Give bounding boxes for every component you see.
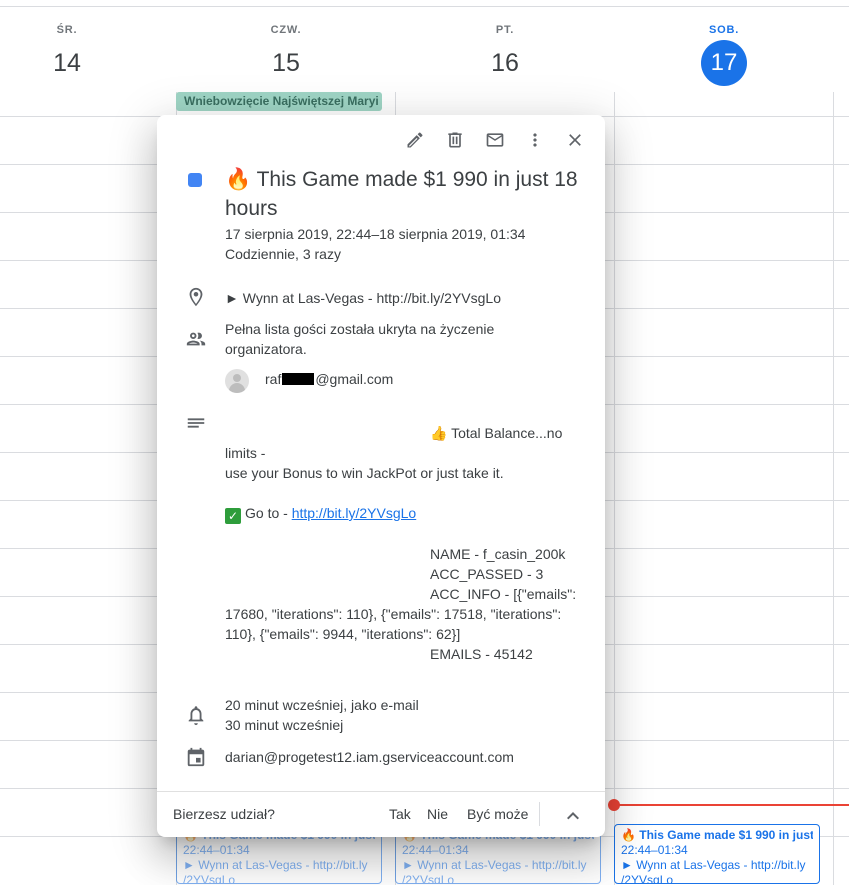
event-description: 👍 Total Balance...no limits - use your B… (225, 423, 585, 664)
day-of-week: ŚR. (56, 24, 78, 36)
day-header-sat-today[interactable]: SOB. 17 (664, 24, 784, 86)
day-number[interactable]: 15 (226, 40, 346, 86)
guest-email-suffix: @gmail.com (315, 371, 394, 387)
day-header-thu[interactable]: CZW. 15 (226, 24, 346, 86)
rsvp-yes-button[interactable]: Tak (389, 806, 411, 822)
redaction-bar (282, 373, 315, 385)
pencil-icon (407, 132, 423, 148)
event-time: 22:44–01:34 (183, 843, 250, 857)
close-icon (569, 134, 581, 146)
event-date-range: 17 sierpnia 2019, 22:44–18 sierpnia 2019… (225, 226, 526, 242)
trash-icon (448, 132, 462, 148)
check-mark-icon: ✓ (225, 508, 241, 524)
guest-email[interactable]: raf @gmail.com (265, 371, 393, 387)
holiday-event-chip[interactable]: Wniebowzięcie Najświętszej Maryi (176, 92, 382, 111)
column-divider (614, 92, 615, 885)
event-title: 🔥 This Game made $1 990 in just (621, 828, 813, 842)
guests-icon (185, 328, 207, 350)
day-of-week: PT. (495, 24, 515, 36)
event-title: 🔥 This Game made $1 990 in just 18 hours (225, 168, 578, 220)
chevron-up-icon (567, 812, 579, 820)
event-recurrence: Codziennie, 3 razy (225, 246, 341, 262)
desc-line: 110}, {"emails": 9944, "iterations": 62}… (225, 626, 461, 642)
day-number-today[interactable]: 17 (701, 40, 747, 86)
day-header-fri[interactable]: PT. 16 (445, 24, 565, 86)
event-location: ► Wynn at Las-Vegas - http://bit.ly (183, 858, 368, 872)
mail-icon (486, 133, 504, 147)
more-options-button[interactable] (515, 127, 555, 153)
edit-button[interactable] (395, 127, 435, 153)
day-number[interactable]: 16 (445, 40, 565, 86)
rsvp-footer: Bierzesz udział? Tak Nie Być może (157, 791, 605, 837)
event-location-cont: /2YVsgLo (402, 873, 455, 884)
email-guests-button[interactable] (475, 127, 515, 153)
event-detail-popup: 🔥 This Game made $1 990 in just 18 hours… (157, 115, 605, 837)
reminder-email: 20 minut wcześniej, jako e-mail (225, 697, 419, 713)
day-header-wed[interactable]: ŚR. 14 (7, 24, 127, 86)
event-location-cont: /2YVsgLo (183, 873, 236, 884)
popup-toolbar (395, 127, 595, 153)
guest-email-prefix: raf (265, 371, 282, 387)
desc-goto-line: ✓ Go to - http://bit.ly/2YVsgLo (225, 503, 585, 524)
event-location: ► Wynn at Las-Vegas - http://bit.ly (621, 858, 806, 872)
desc-line: limits - (225, 445, 266, 461)
location-icon (185, 286, 207, 308)
rsvp-maybe-button[interactable]: Być może (467, 806, 528, 822)
delete-button[interactable] (435, 127, 475, 153)
more-vert-icon (533, 133, 537, 147)
desc-line: EMAILS - 45142 (430, 646, 533, 662)
expand-rsvp-button[interactable] (561, 804, 585, 828)
desc-line: 👍 Total Balance...no (430, 425, 563, 441)
desc-line: NAME - f_casin_200k (430, 546, 566, 562)
rsvp-no-button[interactable]: Nie (427, 806, 448, 822)
current-time-line (614, 804, 849, 806)
event-location: ► Wynn at Las-Vegas - http://bit.ly (402, 858, 587, 872)
calendar-icon (185, 746, 207, 768)
event-location: ► Wynn at Las-Vegas - http://bit.ly/2YVs… (225, 290, 501, 306)
bell-icon (185, 704, 207, 726)
event-location-cont: /2YVsgLo (621, 873, 674, 884)
reminder-popup: 30 minut wcześniej (225, 717, 344, 733)
event-time: 22:44–01:34 (402, 843, 469, 857)
footer-divider (539, 802, 540, 826)
organizer-calendar: darian@progetest12.iam.gserviceaccount.c… (225, 749, 514, 765)
column-divider (833, 92, 834, 885)
description-icon (185, 412, 207, 434)
desc-line: use your Bonus to win JackPot or just ta… (225, 465, 504, 481)
description-link[interactable]: http://bit.ly/2YVsgLo (292, 505, 417, 521)
day-of-week: CZW. (270, 24, 302, 36)
close-button[interactable] (555, 127, 595, 153)
desc-line: 17680, "iterations": 110}, {"emails": 17… (225, 606, 562, 622)
top-border (0, 6, 849, 7)
goto-label: Go to - (245, 505, 292, 521)
day-of-week: SOB. (708, 24, 740, 36)
calendar-event-sat[interactable]: 🔥 This Game made $1 990 in just 22:44–01… (614, 824, 820, 884)
event-time: 22:44–01:34 (621, 843, 688, 857)
day-number[interactable]: 14 (7, 40, 127, 86)
desc-line: ACC_PASSED - 3 (430, 566, 544, 582)
guest-avatar (225, 369, 249, 393)
rsvp-question: Bierzesz udział? (173, 806, 275, 822)
guests-hidden-notice: Pełna lista gości została ukryta na życz… (225, 321, 495, 357)
event-color-square (188, 173, 202, 187)
desc-line: ACC_INFO - [{"emails": (430, 586, 577, 602)
